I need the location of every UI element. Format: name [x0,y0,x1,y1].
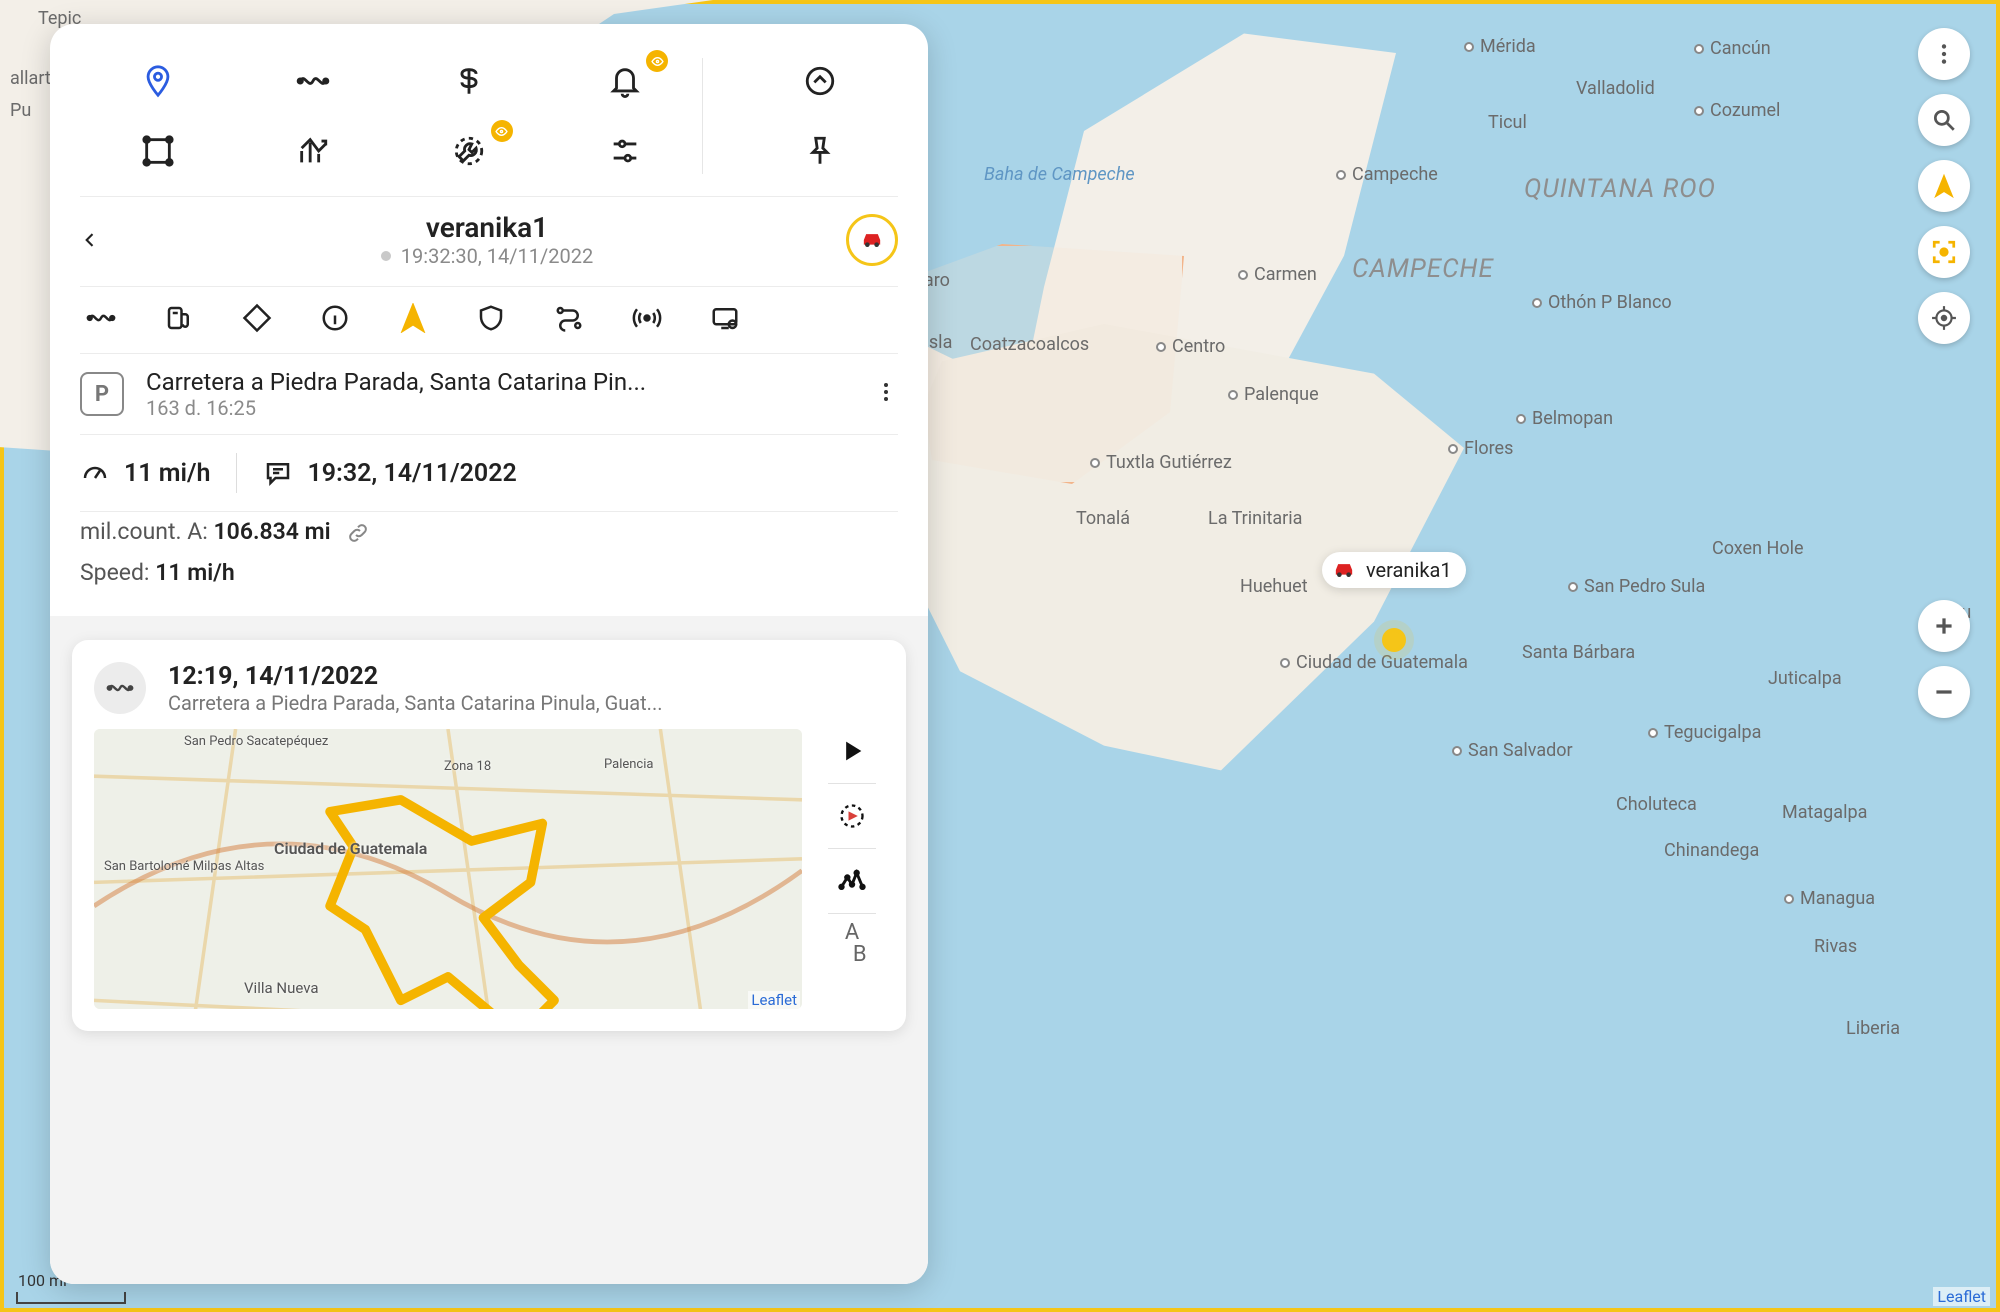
mini-map-label: Zona 18 [444,759,491,774]
eye-badge-icon [491,120,513,142]
city-label: Juticalpa [1768,668,1842,689]
mini-map-label: San Bartolomé Milpas Altas [104,859,264,874]
vehicle-avatar[interactable] [846,214,898,266]
back-button[interactable] [80,230,128,250]
vehicle-marker[interactable] [1382,628,1406,652]
trip-play-button[interactable] [830,729,874,773]
trip-route-icon [94,662,146,714]
mini-map-label: Palencia [604,757,653,772]
city-label: Cancún [1694,38,1771,59]
city-label: Santa Bárbara [1522,642,1635,663]
divider [828,783,876,784]
kv-mileage: mil.count. A: 106.834 mi [50,512,928,553]
separator [702,58,742,174]
locate-me-button[interactable] [1918,292,1970,344]
dt-device-settings[interactable] [708,301,742,335]
city-label: Cozumel [1694,100,1780,121]
stat-speed: 11 mi/h [80,458,210,488]
city-label: Valladolid [1576,78,1655,99]
trip-mini-map[interactable]: San Pedro Sacatepéquez Zona 18 Palencia … [94,729,802,1009]
tab-settings[interactable] [547,116,703,186]
dt-sign[interactable] [240,301,274,335]
city-label: San Salvador [1452,740,1573,761]
panel-mode-tabs [50,24,928,196]
city-label: Mérida [1464,36,1536,57]
mini-map-label: San Pedro Sacatepéquez [184,734,328,749]
status-dot-icon [381,251,391,261]
car-icon [1330,558,1358,582]
divider [236,453,237,493]
location-address: Carretera a Piedra Parada, Santa Catarin… [146,368,852,396]
city-label: Coxen Hole [1712,538,1804,559]
region-label: QUINTANA ROO [1524,174,1716,204]
city-label: Managua [1784,888,1875,909]
city-label: Liberia [1846,1018,1900,1039]
zoom-out-button[interactable] [1918,666,1970,718]
side-panel: veranika1 19:32:30, 14/11/2022 P Carrete… [50,24,928,1284]
city-label: Othón P Blanco [1532,292,1672,313]
city-label: Matagalpa [1782,802,1867,823]
dt-signal[interactable] [630,301,664,335]
tab-maintenance[interactable] [391,116,547,186]
vehicle-name: veranika1 [128,211,846,244]
mini-map-label: Ciudad de Guatemala [274,839,427,858]
tab-notifications[interactable] [547,46,703,116]
vehicle-timestamp: 19:32:30, 14/11/2022 [128,244,846,268]
link-icon[interactable] [346,521,370,545]
city-label: Choluteca [1616,794,1697,815]
tab-tracking[interactable] [80,46,236,116]
map-attribution[interactable]: Leaflet [1933,1287,1990,1306]
city-label: Tegucigalpa [1648,722,1761,743]
pin-panel-button[interactable] [742,116,898,186]
tab-analytics[interactable] [236,116,392,186]
dt-route[interactable] [84,301,118,335]
city-label: San Pedro Sula [1568,576,1705,597]
city-label: Chinandega [1664,840,1759,861]
trip-ab-button[interactable]: AB [830,924,874,968]
tab-finance[interactable] [391,46,547,116]
trip-time: 12:19, 14/11/2022 [168,662,663,691]
mini-map-attribution[interactable]: Leaflet [748,991,800,1009]
tab-routes[interactable] [236,46,392,116]
zoom-in-button[interactable] [1918,600,1970,652]
location-more-button[interactable] [874,380,898,408]
eye-badge-icon [646,50,668,72]
orient-north-button[interactable] [1918,160,1970,212]
trip-graph-button[interactable] [830,859,874,903]
search-button[interactable] [1918,94,1970,146]
city-label: Belmopan [1516,408,1613,429]
region-label: CAMPECHE [1352,254,1494,284]
trip-speed-button[interactable] [830,794,874,838]
vehicle-map-name: veranika1 [1366,558,1452,582]
dt-fuel[interactable] [162,301,196,335]
trip-card[interactable]: 12:19, 14/11/2022 Carretera a Piedra Par… [72,640,906,1031]
vehicle-map-label[interactable]: veranika1 [1322,552,1466,588]
collapse-panel-button[interactable] [742,46,898,116]
dt-shield[interactable] [474,301,508,335]
divider [828,913,876,914]
scan-focus-button[interactable] [1918,226,1970,278]
car-icon [858,228,886,252]
parking-icon: P [80,372,124,416]
kv-speed: Speed: 11 mi/h [50,553,928,602]
stat-last-message: 19:32, 14/11/2022 [263,458,516,488]
mini-map-label: Villa Nueva [244,979,319,997]
city-label: Rivas [1814,936,1857,957]
trip-address: Carretera a Piedra Parada, Santa Catarin… [168,691,663,715]
divider [828,848,876,849]
scale-bar [16,1292,126,1304]
more-menu-button[interactable] [1918,28,1970,80]
dt-navigation[interactable] [396,301,430,335]
city-label: Ticul [1488,112,1527,133]
trip-history-section: 12:19, 14/11/2022 Carretera a Piedra Par… [50,616,928,1284]
tab-geofence[interactable] [80,116,236,186]
detail-tabs [50,287,928,353]
dt-info[interactable] [318,301,352,335]
dt-path[interactable] [552,301,586,335]
location-duration: 163 d. 16:25 [146,396,852,420]
